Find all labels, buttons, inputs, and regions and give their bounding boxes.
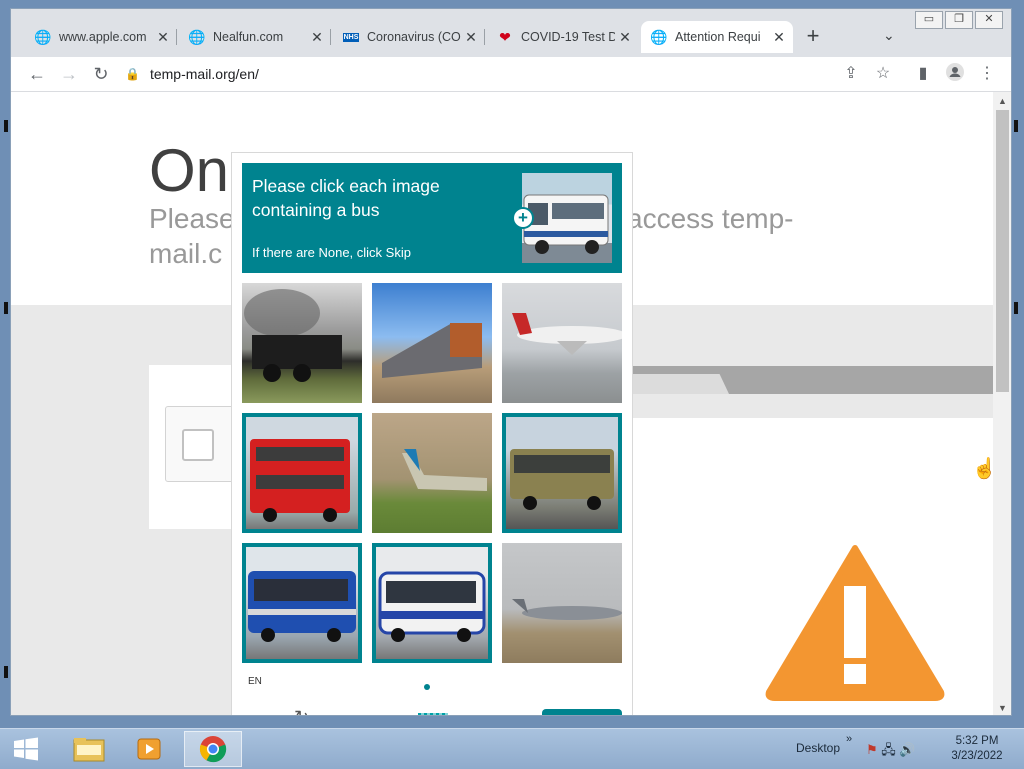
captcha-instruction: Please click each image containing a bus bbox=[252, 176, 440, 220]
action-center-icon[interactable]: ⚑ bbox=[866, 742, 878, 757]
menu-icon[interactable]: ⋮ bbox=[975, 63, 999, 83]
tab-nealfun[interactable]: 🌐 Nealfun.com ✕ bbox=[179, 21, 331, 53]
captcha-dialog: Please click each image containing a bus… bbox=[231, 152, 633, 715]
address-text[interactable]: temp-mail.org/en/ bbox=[150, 66, 259, 82]
file-explorer-icon[interactable] bbox=[62, 731, 116, 767]
tab-title: Coronavirus (CO bbox=[367, 30, 461, 44]
captcha-image-articulated-bus[interactable] bbox=[372, 543, 492, 663]
minimize-icon[interactable]: ▭ bbox=[915, 11, 943, 29]
checkbox[interactable] bbox=[182, 429, 214, 461]
globe-icon: 🌐 bbox=[188, 28, 206, 45]
captcha-image-jet-runway[interactable] bbox=[502, 543, 622, 663]
scrollbar-thumb[interactable] bbox=[996, 110, 1009, 392]
refresh-icon[interactable]: ↻ bbox=[294, 707, 309, 715]
page-indicator-dot bbox=[424, 684, 430, 690]
back-icon[interactable]: ← bbox=[25, 62, 49, 86]
close-icon[interactable]: ✕ bbox=[153, 29, 173, 46]
captcha-image-steam-train[interactable] bbox=[242, 283, 362, 403]
skip-hint: If there are None, click Skip bbox=[252, 245, 411, 260]
windows-start-icon[interactable] bbox=[12, 735, 40, 763]
add-icon[interactable]: + bbox=[512, 207, 534, 229]
close-icon[interactable]: ✕ bbox=[769, 29, 789, 46]
tab-title: www.apple.com bbox=[59, 30, 147, 44]
captcha-image-grid bbox=[242, 283, 622, 663]
restore-icon[interactable]: ❐ bbox=[945, 11, 973, 29]
tab-title: Nealfun.com bbox=[213, 30, 284, 44]
chevron-right-icon[interactable]: » bbox=[846, 733, 852, 745]
close-icon[interactable]: ✕ bbox=[615, 29, 635, 46]
tab-apple[interactable]: 🌐 www.apple.com ✕ bbox=[25, 21, 177, 53]
tab-title: COVID-19 Test D bbox=[521, 30, 615, 44]
sample-bus-image bbox=[522, 173, 612, 263]
human-check-box bbox=[165, 406, 237, 482]
info-icon[interactable]: i bbox=[256, 713, 259, 715]
lock-icon[interactable]: 🔒 bbox=[125, 67, 140, 81]
address-bar[interactable]: 🔒 temp-mail.org/en/ bbox=[125, 60, 885, 88]
hcaptcha-logo-icon bbox=[418, 713, 448, 715]
system-tray: ⚑ 🖧 🔊 bbox=[866, 741, 916, 763]
captcha-image-blue-bus[interactable] bbox=[242, 543, 362, 663]
captcha-image-plane-takeoff[interactable] bbox=[372, 413, 492, 533]
scroll-down-icon[interactable]: ▼ bbox=[998, 703, 1007, 713]
hand-cursor-icon: ☝ bbox=[972, 458, 997, 480]
verify-button[interactable] bbox=[542, 709, 622, 715]
nhs-icon: NHS bbox=[342, 32, 360, 42]
heart-icon: ❤ bbox=[499, 28, 511, 45]
side-panel-icon[interactable]: ▮ bbox=[911, 63, 935, 83]
tab-coronavirus[interactable]: NHS Coronavirus (CO ✕ bbox=[333, 21, 485, 53]
tab-strip: ▭ ❐ ✕ 🌐 www.apple.com ✕ 🌐 Nealfun.com ✕ … bbox=[11, 9, 1011, 57]
clock-date: 3/23/2022 bbox=[951, 750, 1003, 762]
new-tab-icon[interactable]: + bbox=[801, 25, 825, 47]
media-player-icon[interactable] bbox=[122, 731, 176, 767]
captcha-image-olive-bus[interactable] bbox=[502, 413, 622, 533]
captcha-image-freight-train[interactable] bbox=[372, 283, 492, 403]
taskbar: Desktop » ⚑ 🖧 🔊 5:32 PM 3/23/2022 bbox=[0, 728, 1024, 769]
scroll-up-icon[interactable]: ▲ bbox=[998, 96, 1007, 106]
page-heading: On bbox=[149, 137, 230, 204]
language-selector[interactable]: EN bbox=[248, 676, 262, 687]
captcha-image-red-bus[interactable] bbox=[242, 413, 362, 533]
reload-icon[interactable]: ↻ bbox=[89, 62, 113, 86]
profile-icon[interactable] bbox=[943, 63, 967, 86]
tab-covid-test[interactable]: ❤ COVID-19 Test D ✕ bbox=[487, 21, 639, 53]
globe-icon: 🌐 bbox=[34, 28, 52, 45]
browser-toolbar: ← → ↻ 🔒 temp-mail.org/en/ ⇪ ☆ ▮ ⋮ bbox=[11, 57, 1011, 92]
tab-attention-required[interactable]: 🌐 Attention Requi ✕ bbox=[641, 21, 793, 53]
volume-icon[interactable]: 🔊 bbox=[899, 742, 915, 757]
close-window-icon[interactable]: ✕ bbox=[975, 11, 1003, 29]
globe-icon: 🌐 bbox=[650, 28, 668, 45]
share-icon[interactable]: ⇪ bbox=[839, 63, 863, 83]
page-subtitle-line2: mail.c bbox=[149, 238, 223, 269]
close-icon[interactable]: ✕ bbox=[307, 29, 327, 46]
browser-window: ▭ ❐ ✕ 🌐 www.apple.com ✕ 🌐 Nealfun.com ✕ … bbox=[10, 8, 1012, 716]
warning-icon bbox=[765, 545, 945, 701]
tab-title: Attention Requi bbox=[675, 30, 761, 44]
chrome-taskbar-icon[interactable] bbox=[184, 731, 242, 767]
close-icon[interactable]: ✕ bbox=[461, 29, 481, 46]
captcha-prompt: Please click each image containing a bus… bbox=[242, 163, 622, 273]
captcha-image-airplane[interactable] bbox=[502, 283, 622, 403]
forward-icon[interactable]: → bbox=[57, 62, 81, 86]
vertical-scrollbar[interactable]: ▲ ▼ bbox=[993, 92, 1011, 715]
clock-time: 5:32 PM bbox=[955, 735, 999, 747]
chevron-down-icon[interactable]: ⌄ bbox=[883, 27, 895, 44]
network-icon[interactable]: 🖧 bbox=[881, 742, 896, 757]
window-controls: ▭ ❐ ✕ bbox=[913, 11, 1003, 29]
star-icon[interactable]: ☆ bbox=[871, 63, 895, 83]
clock[interactable]: 5:32 PM 3/23/2022 bbox=[942, 734, 1012, 764]
desktop-toolbar-label[interactable]: Desktop bbox=[796, 741, 840, 755]
